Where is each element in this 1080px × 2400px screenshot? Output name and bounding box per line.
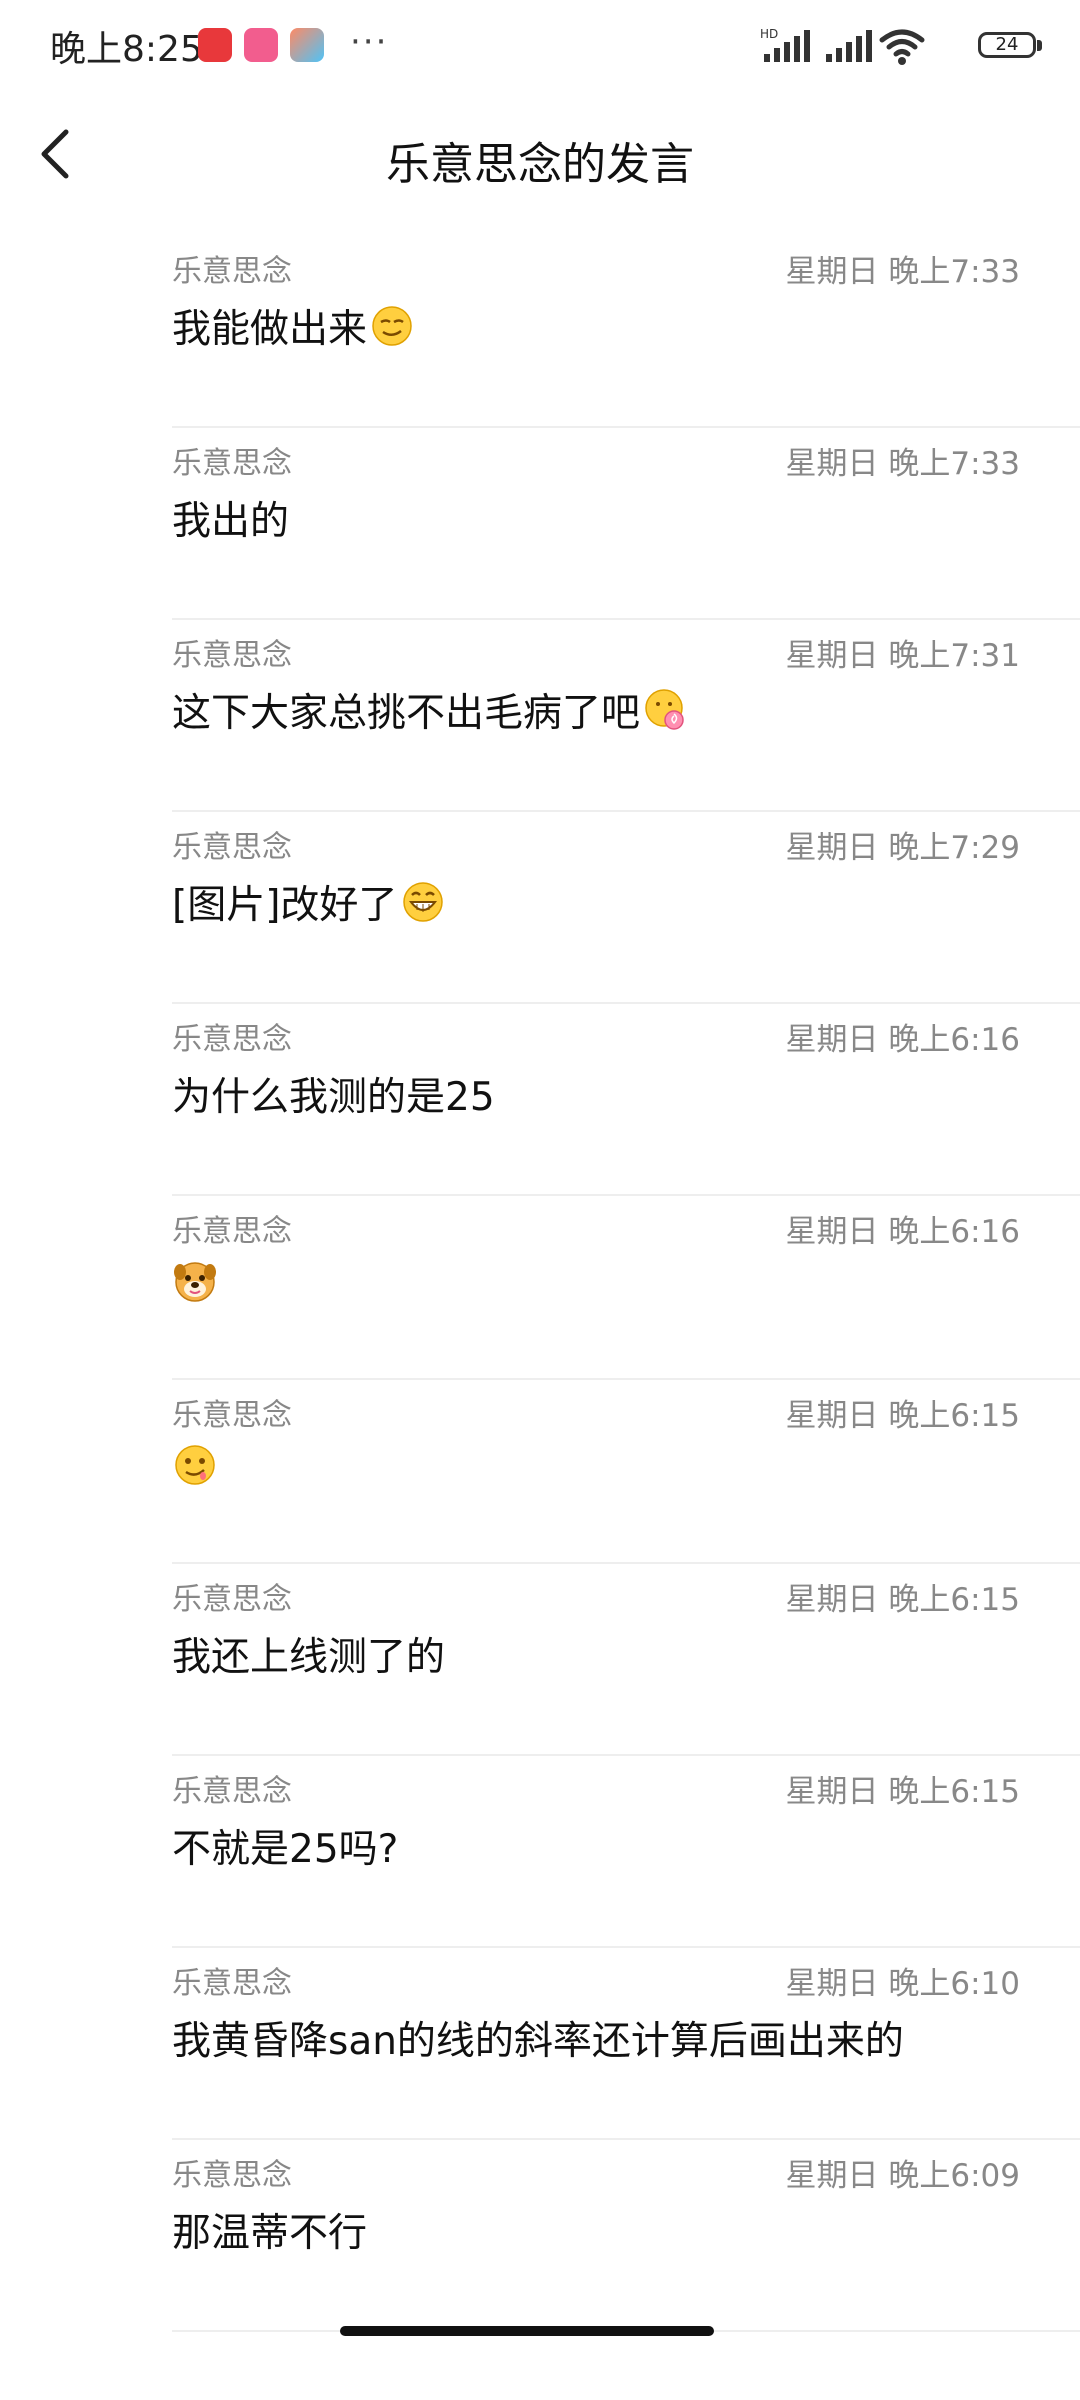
message-body: 不就是25吗?	[172, 1827, 399, 1872]
message-text: 为什么我测的是25	[172, 1066, 495, 1122]
timestamp: 星期日 晚上6:15	[785, 1582, 1020, 1618]
battery-tip	[1037, 40, 1042, 51]
grin-face-icon	[403, 882, 444, 922]
message-body: 我能做出来	[172, 307, 368, 352]
dog-face-icon	[174, 1262, 216, 1302]
timestamp: 星期日 晚上6:15	[785, 1398, 1020, 1434]
list-item[interactable]: 乐意思念 星期日 晚上6:09 那温蒂不行	[0, 2140, 1080, 2332]
message-text: 这下大家总挑不出毛病了吧	[172, 682, 688, 738]
app-notification-icon	[198, 28, 232, 62]
timestamp: 星期日 晚上7:33	[785, 254, 1020, 290]
author-name: 乐意思念	[172, 1022, 292, 1057]
hd-badge: HD	[760, 27, 778, 41]
message-body: [图片]改好了	[172, 883, 398, 928]
message-text	[172, 1442, 218, 1488]
list-item[interactable]: 乐意思念 星期日 晚上6:15	[0, 1380, 1080, 1564]
author-name: 乐意思念	[172, 1774, 292, 1809]
message-text: 那温蒂不行	[172, 2202, 367, 2258]
list-item[interactable]: 乐意思念 星期日 晚上6:10 我黄昏降san的线的斜率还计算后画出来的	[0, 1948, 1080, 2140]
list-item[interactable]: 乐意思念 星期日 晚上7:33 我能做出来	[0, 236, 1080, 428]
message-body: 我还上线测了的	[172, 1635, 446, 1680]
author-name: 乐意思念	[172, 1966, 292, 2001]
message-text: 我还上线测了的	[172, 1626, 445, 1682]
message-body: 为什么我测的是25	[172, 1075, 495, 1120]
list-item[interactable]: 乐意思念 星期日 晚上7:31 这下大家总挑不出毛病了吧	[0, 620, 1080, 812]
author-name: 乐意思念	[172, 1582, 292, 1617]
message-body: 我黄昏降san的线的斜率还计算后画出来的	[172, 2019, 904, 2064]
message-text	[172, 1258, 218, 1304]
message-text: [图片]改好了	[172, 874, 445, 930]
smirk-face-icon	[372, 306, 412, 346]
status-bar: 晚上8:25 ··· HD 24	[0, 0, 1080, 90]
timestamp: 星期日 晚上7:29	[785, 830, 1020, 866]
message-text: 我出的	[172, 490, 289, 546]
game-notification-icon	[290, 28, 324, 62]
header: 乐意思念的发言	[0, 100, 1080, 210]
drool-face-icon	[175, 1445, 215, 1485]
author-name: 乐意思念	[172, 830, 292, 865]
message-text: 我能做出来	[172, 298, 413, 354]
timestamp: 星期日 晚上6:15	[785, 1774, 1020, 1810]
message-body: 那温蒂不行	[172, 2211, 368, 2256]
message-body: 这下大家总挑不出毛病了吧	[172, 691, 641, 736]
list-item[interactable]: 乐意思念 星期日 晚上6:16	[0, 1196, 1080, 1380]
page-title: 乐意思念的发言	[386, 139, 694, 190]
more-notifications-icon: ···	[350, 22, 389, 62]
message-text: 不就是25吗?	[172, 1818, 398, 1874]
author-name: 乐意思念	[172, 2158, 292, 2193]
list-item[interactable]: 乐意思念 星期日 晚上7:29 [图片]改好了	[0, 812, 1080, 1004]
timestamp: 星期日 晚上6:16	[785, 1022, 1020, 1058]
message-body: 我出的	[172, 499, 290, 544]
timestamp: 星期日 晚上6:10	[785, 1966, 1020, 2002]
list-item[interactable]: 乐意思念 星期日 晚上6:16 为什么我测的是25	[0, 1004, 1080, 1196]
hd-signal-icon: HD	[760, 27, 810, 62]
wifi-icon	[879, 29, 925, 65]
timestamp: 星期日 晚上7:31	[785, 638, 1020, 674]
author-name: 乐意思念	[172, 446, 292, 481]
author-name: 乐意思念	[172, 254, 292, 289]
list-item[interactable]: 乐意思念 星期日 晚上7:33 我出的	[0, 428, 1080, 620]
message-list: 乐意思念 星期日 晚上7:33 我能做出来 乐意思念 星期日 晚上7:33 我出…	[0, 236, 1080, 2332]
timestamp: 星期日 晚上6:16	[785, 1214, 1020, 1250]
author-name: 乐意思念	[172, 1214, 292, 1249]
signal-icon	[826, 30, 872, 62]
timestamp: 星期日 晚上6:09	[785, 2158, 1020, 2194]
lollipop-face-icon	[645, 689, 684, 730]
bilibili-notification-icon	[244, 28, 278, 62]
author-name: 乐意思念	[172, 638, 292, 673]
list-item[interactable]: 乐意思念 星期日 晚上6:15 不就是25吗?	[0, 1756, 1080, 1948]
message-text: 我黄昏降san的线的斜率还计算后画出来的	[172, 2010, 904, 2066]
status-time: 晚上8:25	[50, 29, 203, 70]
author-name: 乐意思念	[172, 1398, 292, 1433]
home-indicator[interactable]	[340, 2326, 714, 2336]
timestamp: 星期日 晚上7:33	[785, 446, 1020, 482]
battery-icon: 24	[978, 32, 1036, 58]
list-item[interactable]: 乐意思念 星期日 晚上6:15 我还上线测了的	[0, 1564, 1080, 1756]
